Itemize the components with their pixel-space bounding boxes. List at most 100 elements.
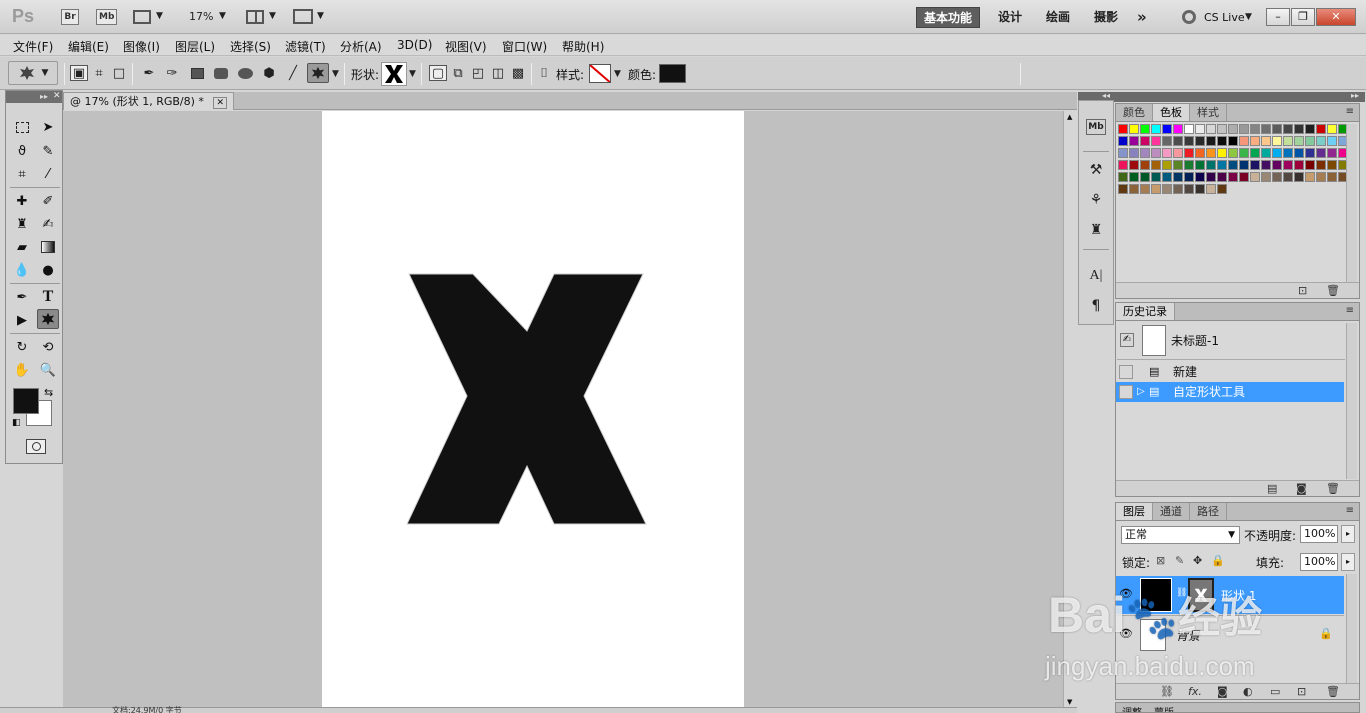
paths-icon[interactable]: ⌗ xyxy=(90,65,108,81)
tab-styles[interactable]: 样式 xyxy=(1190,104,1227,121)
swatch[interactable] xyxy=(1283,148,1293,158)
trash-icon[interactable]: 🗑 xyxy=(1326,685,1340,698)
chevron-down-icon[interactable]: ▼ xyxy=(614,69,621,79)
swatch[interactable] xyxy=(1129,124,1139,134)
swatch[interactable] xyxy=(1327,160,1337,170)
menu-edit[interactable]: 编辑(E) xyxy=(68,38,109,55)
swatch[interactable] xyxy=(1118,124,1128,134)
swatch[interactable] xyxy=(1239,148,1249,158)
panel-menu-icon[interactable]: ≡ xyxy=(1346,505,1354,516)
swatch[interactable] xyxy=(1272,172,1282,182)
swatch[interactable] xyxy=(1173,184,1183,194)
swatch[interactable] xyxy=(1305,172,1315,182)
swatch[interactable] xyxy=(1184,124,1194,134)
swatch[interactable] xyxy=(1195,184,1205,194)
exclude-overlapping-icon[interactable]: ▩ xyxy=(509,65,527,81)
swatch[interactable] xyxy=(1272,124,1282,134)
swatch[interactable] xyxy=(1283,172,1293,182)
swatch[interactable] xyxy=(1118,148,1128,158)
eyedropper-icon[interactable]: ⁄ xyxy=(37,164,59,184)
swatch[interactable] xyxy=(1261,124,1271,134)
tab-masks[interactable]: 蒙版 xyxy=(1154,704,1174,712)
cs-live-button[interactable]: CS Live xyxy=(1204,11,1245,24)
minimize-button[interactable]: – xyxy=(1266,8,1290,26)
bridge-button[interactable]: Br xyxy=(61,9,79,25)
zoom-icon[interactable]: 🔍 xyxy=(37,360,59,380)
swatch[interactable] xyxy=(1173,160,1183,170)
panel-menu-icon[interactable]: ≡ xyxy=(1346,106,1354,117)
gradient-icon[interactable] xyxy=(37,237,59,257)
swatch[interactable] xyxy=(1228,136,1238,146)
swatch[interactable] xyxy=(1195,124,1205,134)
swatch[interactable] xyxy=(1261,172,1271,182)
swatch[interactable] xyxy=(1206,124,1216,134)
swatch[interactable] xyxy=(1140,124,1150,134)
history-item[interactable]: ▤ 新建 xyxy=(1116,362,1344,382)
quick-selection-icon[interactable]: ✎ xyxy=(37,141,59,161)
swatch[interactable] xyxy=(1173,124,1183,134)
ellipse-icon[interactable] xyxy=(236,65,254,81)
pen-icon[interactable]: ✒ xyxy=(140,65,158,81)
x-shape-layer[interactable] xyxy=(322,111,744,708)
clone-source-icon[interactable]: ♜ xyxy=(1084,219,1108,241)
swatch[interactable] xyxy=(1316,160,1326,170)
close-button[interactable]: ✕ xyxy=(1316,8,1356,26)
tab-adjustments[interactable]: 调整 xyxy=(1122,704,1142,712)
swatch[interactable] xyxy=(1206,184,1216,194)
swatch[interactable] xyxy=(1195,172,1205,182)
swatch[interactable] xyxy=(1206,160,1216,170)
arrange-documents-icon[interactable] xyxy=(246,10,264,24)
swatches-scrollbar[interactable] xyxy=(1346,124,1357,282)
swatch[interactable] xyxy=(1239,124,1249,134)
swatch[interactable] xyxy=(1217,172,1227,182)
swatch[interactable] xyxy=(1151,124,1161,134)
fill-slider-button[interactable]: ▸ xyxy=(1341,553,1355,571)
brush-icon[interactable]: ✐ xyxy=(37,191,59,211)
tab-layers[interactable]: 图层 xyxy=(1116,503,1153,520)
swatch[interactable] xyxy=(1173,148,1183,158)
swatch[interactable] xyxy=(1140,136,1150,146)
add-to-shape-area-icon[interactable]: ⧉ xyxy=(449,65,467,81)
swatch[interactable] xyxy=(1118,160,1128,170)
quick-mask-icon[interactable] xyxy=(26,439,46,454)
menu-3d[interactable]: 3D(D) xyxy=(397,38,432,52)
new-swatch-icon[interactable]: ⊡ xyxy=(1298,284,1307,297)
swatch[interactable] xyxy=(1283,124,1293,134)
scroll-up-icon[interactable]: ▲ xyxy=(1067,113,1072,121)
eraser-icon[interactable]: ▰ xyxy=(11,237,33,257)
new-layer-icon[interactable]: ⊡ xyxy=(1297,685,1306,698)
lock-position-icon[interactable]: ✥ xyxy=(1193,554,1202,567)
swatch[interactable] xyxy=(1151,172,1161,182)
panel-menu-icon[interactable]: ≡ xyxy=(1346,305,1354,316)
swatch[interactable] xyxy=(1250,136,1260,146)
chevron-down-icon[interactable]: ▼ xyxy=(156,11,163,21)
swap-colors-icon[interactable]: ⇆ xyxy=(44,386,53,399)
menu-layer[interactable]: 图层(L) xyxy=(175,38,215,55)
swatch[interactable] xyxy=(1228,160,1238,170)
workspace-photography[interactable]: 摄影 xyxy=(1087,7,1125,28)
move-icon[interactable]: ➤ xyxy=(37,117,59,137)
swatch[interactable] xyxy=(1305,148,1315,158)
chevron-down-icon[interactable]: ▼ xyxy=(269,11,276,21)
rounded-rectangle-icon[interactable] xyxy=(212,65,230,81)
swatch[interactable] xyxy=(1129,184,1139,194)
swatch[interactable] xyxy=(1129,160,1139,170)
swatch[interactable] xyxy=(1217,148,1227,158)
character-icon[interactable]: A| xyxy=(1084,265,1108,287)
marquee-icon[interactable] xyxy=(11,117,33,137)
swatch[interactable] xyxy=(1206,136,1216,146)
opacity-input[interactable]: 100% xyxy=(1300,525,1338,543)
swatch[interactable] xyxy=(1239,136,1249,146)
swatch[interactable] xyxy=(1294,148,1304,158)
swatch[interactable] xyxy=(1239,160,1249,170)
trash-icon[interactable]: 🗑 xyxy=(1326,284,1340,297)
pen-tool-icon[interactable]: ✒ xyxy=(11,287,33,307)
zoom-level[interactable]: 17% xyxy=(189,10,213,23)
swatch[interactable] xyxy=(1305,160,1315,170)
history-snapshot-row[interactable]: ✍ 未标题-1 xyxy=(1117,322,1345,360)
line-icon[interactable]: ╱ xyxy=(284,65,302,81)
more-workspaces-button[interactable]: » xyxy=(1130,7,1154,28)
swatch[interactable] xyxy=(1162,160,1172,170)
history-source-box[interactable] xyxy=(1119,365,1133,379)
hand-icon[interactable]: ✋ xyxy=(11,360,33,380)
